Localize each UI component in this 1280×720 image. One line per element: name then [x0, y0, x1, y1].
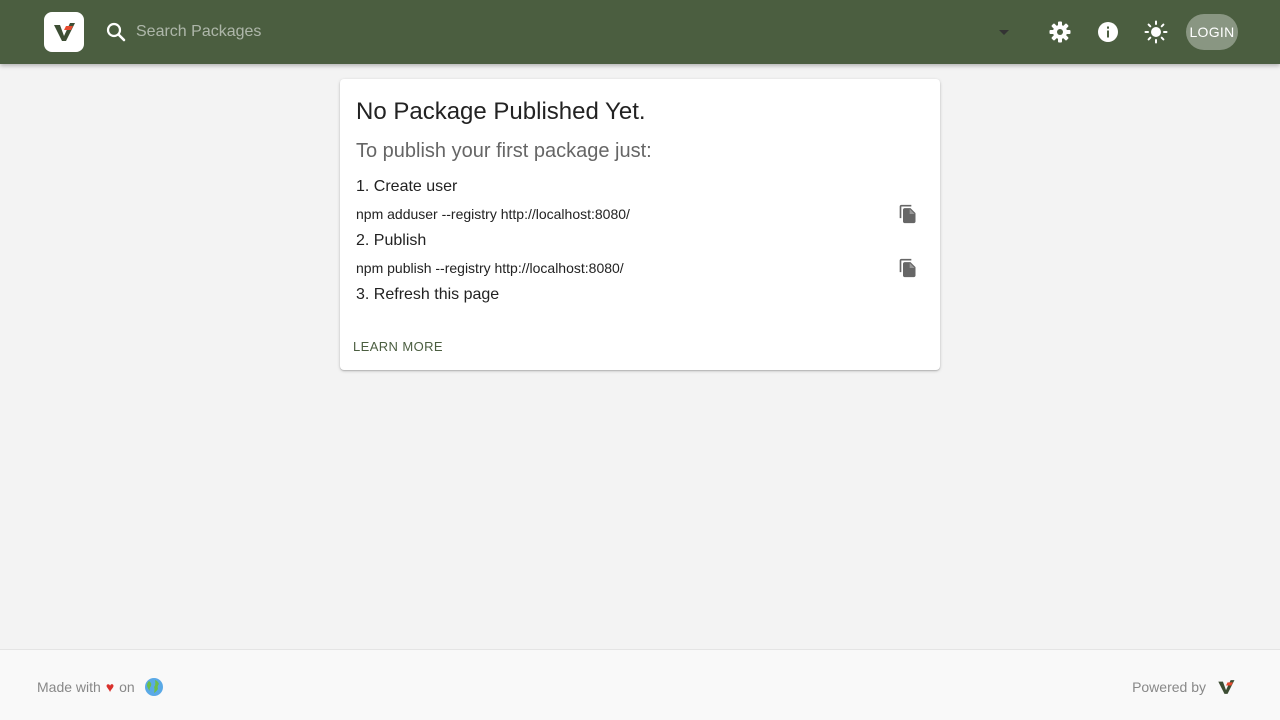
globe-icon[interactable] — [144, 677, 164, 697]
app-header: LOGIN — [0, 0, 1280, 64]
step-refresh: 3. Refresh this page — [356, 286, 500, 303]
verdaccio-logo-icon[interactable] — [1216, 677, 1236, 697]
card-title: No Package Published Yet. — [356, 98, 646, 125]
heart-icon: ♥ — [105, 679, 115, 695]
theme-toggle-button[interactable] — [1136, 12, 1176, 52]
publish-command: npm publish --registry http://localhost:… — [356, 260, 624, 276]
footer: Made with ♥ on Powered by — [0, 649, 1280, 720]
on-text: on — [119, 679, 135, 695]
step-create-user: 1. Create user — [356, 178, 458, 195]
sun-icon — [1144, 20, 1168, 44]
made-with-text: Made with — [37, 679, 101, 695]
footer-powered-by: Powered by — [1132, 677, 1236, 697]
verdaccio-logo-icon[interactable] — [44, 12, 84, 52]
gear-icon — [1049, 21, 1071, 43]
help-card: No Package Published Yet. To publish you… — [340, 79, 940, 370]
step-publish: 2. Publish — [356, 232, 427, 249]
powered-by-text: Powered by — [1132, 679, 1206, 695]
info-button[interactable] — [1088, 12, 1128, 52]
footer-made-with: Made with ♥ on — [37, 677, 164, 697]
copy-adduser-button[interactable] — [896, 202, 920, 226]
login-button[interactable]: LOGIN — [1186, 14, 1238, 50]
chevron-down-icon[interactable] — [992, 20, 1016, 44]
copy-publish-button[interactable] — [896, 256, 920, 280]
search-icon — [106, 22, 126, 42]
copy-icon — [899, 204, 916, 224]
info-icon — [1098, 22, 1118, 42]
copy-icon — [899, 258, 916, 278]
settings-button[interactable] — [1040, 12, 1080, 52]
card-subtitle: To publish your first package just: — [356, 140, 652, 162]
adduser-command: npm adduser --registry http://localhost:… — [356, 206, 630, 222]
search-input[interactable] — [136, 18, 976, 46]
learn-more-button[interactable]: LEARN MORE — [353, 339, 443, 354]
